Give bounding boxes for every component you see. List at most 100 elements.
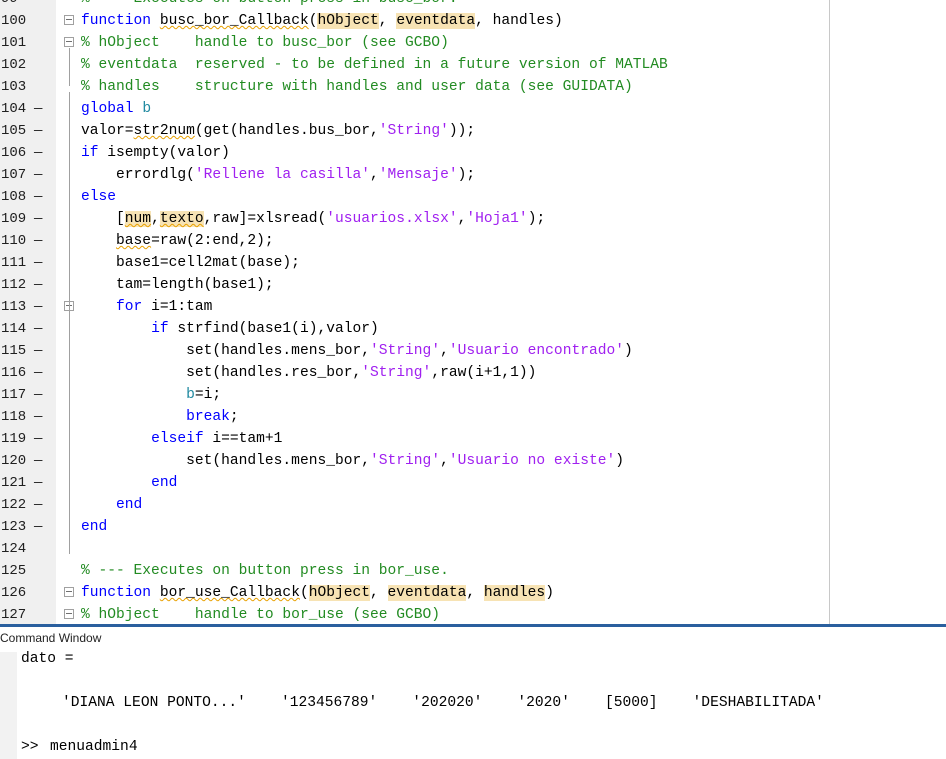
code-line[interactable]: 115 — set(handles.mens_bor,'String','Usua… — [0, 340, 946, 362]
line-number: 101 — [1, 35, 27, 51]
code-token: ( — [299, 585, 309, 601]
code-line[interactable]: 113 — for i=1:tam — [0, 296, 946, 318]
breakpoint-marker[interactable]: — — [34, 120, 42, 142]
code-line[interactable]: 102 % eventdata reserved - to be defined … — [0, 54, 946, 76]
breakpoint-marker[interactable]: — — [34, 384, 42, 406]
breakpoint-marker[interactable]: — — [34, 318, 42, 340]
command-window[interactable]: dato = 'DIANA LEON PONTO...' '123456789'… — [0, 651, 946, 759]
line-number: 126 — [1, 585, 27, 601]
code-line[interactable]: 110 — base=raw(2:end,2); — [0, 230, 946, 252]
code-text: end — [81, 516, 107, 538]
breakpoint-marker[interactable]: — — [34, 472, 42, 494]
breakpoint-marker[interactable]: — — [34, 450, 42, 472]
breakpoint-marker[interactable]: — — [34, 142, 42, 164]
code-text: if strfind(base1(i),valor) — [81, 318, 379, 340]
code-token: 'Rellene la casilla' — [194, 167, 371, 183]
line-number: 108 — [1, 189, 27, 205]
code-line[interactable]: 106 — if isempty(valor) — [0, 142, 946, 164]
code-line[interactable]: 122 — end — [0, 494, 946, 516]
code-line[interactable]: 114 — if strfind(base1(i),valor) — [0, 318, 946, 340]
code-token: break — [186, 409, 230, 425]
code-line[interactable]: 101 % hObject handle to busc_bor (see GCB… — [0, 32, 946, 54]
code-text: errordlg('Rellene la casilla','Mensaje')… — [81, 164, 475, 186]
code-token: , handles) — [475, 13, 563, 29]
fold-toggle-icon[interactable] — [64, 37, 74, 47]
code-token: texto — [159, 211, 204, 227]
code-text: if isempty(valor) — [81, 142, 230, 164]
line-number: 119 — [1, 431, 27, 447]
line-number: 110 — [1, 233, 27, 249]
code-token: ; — [229, 409, 239, 425]
code-line[interactable]: 104 — global b — [0, 98, 946, 120]
code-token: 'Mensaje' — [378, 167, 458, 183]
code-token: ) — [624, 343, 633, 359]
code-token: hObject — [308, 585, 371, 601]
fold-toggle-icon[interactable] — [64, 587, 74, 597]
code-line[interactable]: 116 — set(handles.res_bor,'String',raw(i+… — [0, 362, 946, 384]
code-line[interactable]: 123 — end — [0, 516, 946, 538]
values-output-line: 'DIANA LEON PONTO...' '123456789' '20202… — [62, 695, 824, 711]
code-line[interactable]: 105 — valor=str2num(get(handles.bus_bor,'S… — [0, 120, 946, 142]
code-line[interactable]: 111 — base1=cell2mat(base); — [0, 252, 946, 274]
code-token: ) — [615, 453, 625, 469]
code-token: strfind(base1(i),valor) — [168, 321, 379, 337]
code-line[interactable]: 120 — set(handles.mens_bor,'String','Usua… — [0, 450, 946, 472]
breakpoint-marker[interactable]: — — [34, 428, 42, 450]
command-input[interactable]: menuadmin4 — [50, 736, 138, 758]
breakpoint-marker[interactable]: — — [34, 230, 42, 252]
code-line[interactable]: 117 — b=i; — [0, 384, 946, 406]
code-line[interactable]: 121 — end — [0, 472, 946, 494]
code-editor[interactable]: 99 % Executes on button press in busc_bor… — [0, 0, 946, 624]
breakpoint-marker[interactable]: — — [34, 274, 42, 296]
code-line[interactable]: 127 % hObject handle to bor_use (see GCBO… — [0, 604, 946, 624]
breakpoint-marker[interactable]: — — [34, 164, 42, 186]
code-line[interactable]: 103 % handles structure with handles and … — [0, 76, 946, 98]
code-token: % hObject handle to bor_use (see GCBO) — [81, 607, 441, 623]
code-token: 'String' — [370, 343, 441, 359]
code-text: end — [81, 494, 142, 516]
breakpoint-marker[interactable]: — — [34, 516, 42, 538]
code-token: , — [440, 453, 449, 469]
line-number: 127 — [1, 607, 27, 623]
code-text: function busc_bor_Callback(hObject, even… — [81, 10, 563, 32]
code-line[interactable]: 124 — [0, 538, 946, 560]
code-line[interactable]: 107 — errordlg('Rellene la casilla','Mens… — [0, 164, 946, 186]
line-number: 113 — [1, 299, 27, 315]
code-line[interactable]: 125 % --- Executes on button press in bor… — [0, 560, 946, 582]
code-line[interactable]: 119 — elseif i==tam+1 — [0, 428, 946, 450]
breakpoint-marker[interactable]: — — [34, 296, 42, 318]
code-line[interactable]: 118 — break; — [0, 406, 946, 428]
code-text: function bor_use_Callback(hObject, event… — [81, 582, 554, 604]
breakpoint-marker[interactable]: — — [34, 252, 42, 274]
code-token: % handles structure with handles and use… — [81, 79, 633, 95]
breakpoint-marker[interactable]: — — [34, 362, 42, 384]
line-number: 105 — [1, 123, 27, 139]
code-token: errordlg( — [81, 167, 195, 183]
code-line[interactable]: 112 — tam=length(base1); — [0, 274, 946, 296]
code-line[interactable]: 108 — else — [0, 186, 946, 208]
line-number: 111 — [1, 255, 27, 271]
breakpoint-marker[interactable]: — — [34, 494, 42, 516]
line-number: 118 — [1, 409, 27, 425]
code-token: 'Usuario encontrado' — [448, 343, 624, 359]
line-number: 117 — [1, 387, 27, 403]
breakpoint-marker[interactable]: — — [34, 406, 42, 428]
code-text: set(handles.res_bor,'String',raw(i+1,1)) — [81, 362, 536, 384]
code-line[interactable]: 100 function busc_bor_Callback(hObject, e… — [0, 10, 946, 32]
code-text: set(handles.mens_bor,'String','Usuario n… — [81, 450, 624, 472]
code-line[interactable]: 109 — [num,texto,raw]=xlsread('usuarios.x… — [0, 208, 946, 230]
code-line[interactable]: 99 % Executes on button press in busc_bor… — [0, 0, 946, 10]
breakpoint-marker[interactable]: — — [34, 186, 42, 208]
breakpoint-marker[interactable]: — — [34, 340, 42, 362]
code-text: elseif i==tam+1 — [81, 428, 282, 450]
code-token: ,raw(i+1,1)) — [431, 365, 537, 381]
code-line[interactable]: 126 function bor_use_Callback(hObject, ev… — [0, 582, 946, 604]
breakpoint-marker[interactable]: — — [34, 98, 42, 120]
fold-toggle-icon[interactable] — [64, 609, 74, 619]
fold-toggle-icon[interactable] — [64, 15, 74, 25]
breakpoint-marker[interactable]: — — [34, 208, 42, 230]
